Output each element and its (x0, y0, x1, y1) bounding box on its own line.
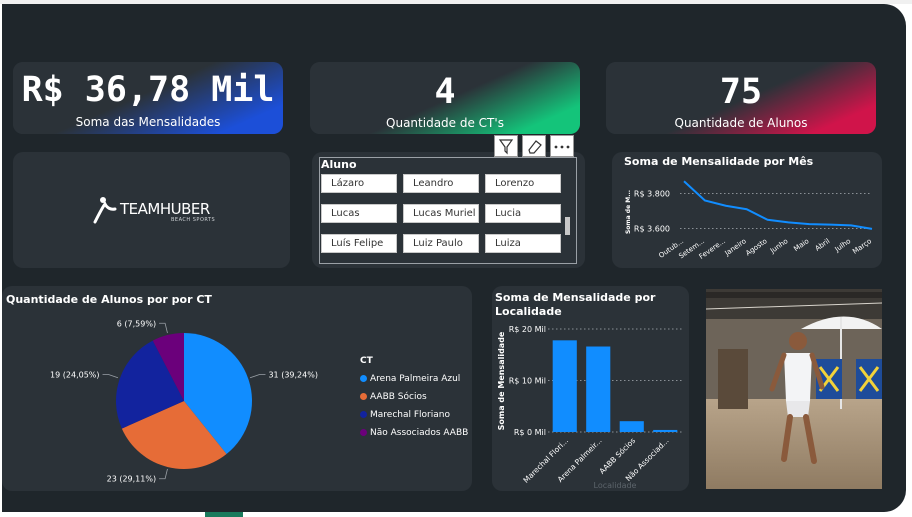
kpi-label: Soma das Mensalidades (75, 115, 221, 129)
x-tick-label: Julho (833, 237, 852, 254)
bar[interactable] (552, 340, 577, 432)
pie-chart: 31 (39,24%) 23 (29,11%) 19 (24,05%) 6 (7,59… (50, 319, 318, 484)
logo-text: TEAMHUBER (120, 200, 210, 218)
kpi-card-quantidade-alunos[interactable]: 75 Quantidade de Alunos (606, 62, 876, 134)
more-options-button[interactable] (550, 135, 574, 157)
x-tick-label: Agosto (744, 237, 768, 257)
teamhuber-logo-icon (93, 197, 117, 224)
line-series (683, 180, 873, 230)
x-tick-label: Maio (792, 237, 810, 253)
slicer-item[interactable]: Luiza (485, 234, 561, 253)
y-tick-label: R$ 10 Mil (509, 377, 546, 386)
slicer-item[interactable]: Leandro (403, 174, 479, 193)
kpi-label: Quantidade de Alunos (674, 116, 808, 130)
x-tick-label: Janeiro (723, 237, 748, 258)
aluno-slicer[interactable]: Aluno Lázaro Leandro Lorenzo Lucas Lucas Mur… (312, 152, 585, 268)
legend-marker (360, 393, 367, 400)
bar[interactable] (619, 421, 644, 432)
kpi-value: 4 (434, 72, 456, 112)
legend-item[interactable]: Arena Palmeira Azul (360, 374, 460, 384)
y-axis-label: Soma de Mensalidade (497, 331, 506, 430)
legend-label: Marechal Floriano (370, 410, 450, 420)
legend-marker (360, 429, 367, 436)
pie-legend: CT Arena Palmeira Azul AABB Sócios Marecha… (360, 356, 472, 446)
slicer-item[interactable]: Luís Felipe (321, 234, 397, 253)
x-tick-label: Março (851, 237, 873, 256)
data-label-leader (159, 468, 168, 480)
slicer-item[interactable]: Lázaro (321, 174, 397, 193)
kpi-value: R$ 36,78 Mil (21, 70, 275, 110)
data-label: 6 (7,59%) (117, 319, 156, 328)
beach-court-photo (706, 289, 882, 489)
kpi-label: Quantidade de CT's (386, 116, 504, 130)
eraser-icon (528, 140, 542, 154)
filter-icon (498, 139, 514, 155)
line-chart-card[interactable]: Soma de Mensalidade por Mês Soma de M...… (612, 152, 882, 268)
data-label-leader (102, 374, 119, 379)
bottom-tab-indicator (205, 512, 243, 517)
legend-item[interactable]: Não Associados AABB (360, 428, 468, 438)
more-options-icon (554, 145, 570, 149)
y-axis-label: Soma de M... (625, 190, 632, 234)
slicer-scrollbar[interactable] (565, 217, 570, 235)
visual-toolbar (494, 135, 576, 157)
bar-chart: Soma de MensalidadeR$ 20 Mil R$ 10 Mil R$ … (497, 325, 682, 490)
legend-item[interactable]: Marechal Floriano (360, 410, 450, 420)
legend-title: CT (360, 356, 373, 366)
y-tick-label: R$ 20 Mil (509, 325, 546, 334)
slicer-item[interactable]: Luiz Paulo (403, 234, 479, 253)
slicer-item[interactable]: Lucas Muriel (403, 204, 479, 223)
data-label-leader (159, 322, 168, 334)
legend-item[interactable]: AABB Sócios (360, 392, 427, 402)
kpi-card-quantidade-cts[interactable]: 4 Quantidade de CT's (310, 62, 580, 134)
legend-label: Não Associados AABB (370, 428, 469, 438)
bar[interactable] (586, 346, 611, 432)
line-chart: Soma de M... R$ 3.800R$ 3.600Outub...Sete… (625, 180, 873, 261)
y-tick-label: R$ 3.600 (634, 225, 670, 234)
kpi-value: 75 (719, 72, 763, 112)
slicer-item[interactable]: Lorenzo (485, 174, 561, 193)
y-tick-label: R$ 0 Mil (514, 428, 546, 437)
report-canvas: R$ 36,78 Mil Soma das Mensalidades 4 Qua… (2, 4, 906, 512)
bar[interactable] (653, 429, 678, 432)
legend-marker (360, 375, 367, 382)
x-tick-label: Abril (814, 237, 832, 253)
y-tick-label: R$ 3.800 (634, 190, 670, 199)
data-label: 23 (29,11%) (107, 475, 156, 484)
slicer-item[interactable]: Lucia (485, 204, 561, 223)
x-tick-label: Junho (768, 237, 790, 255)
slicer-title: Aluno (321, 158, 357, 171)
legend-label: AABB Sócios (370, 392, 427, 402)
clear-selections-button[interactable] (522, 135, 546, 157)
slicer-item[interactable]: Lucas (321, 204, 397, 223)
logo-subtext: BEACH SPORTS (171, 217, 216, 223)
bar-chart-card[interactable]: Soma de Mensalidade por Localidade Soma … (492, 286, 689, 491)
pie-chart-card[interactable]: Quantidade de Alunos por por CT 31 (39,2… (2, 286, 472, 491)
filter-button[interactable] (494, 135, 518, 157)
x-axis-label: Localidade (594, 481, 637, 490)
athlete-photo (706, 289, 882, 489)
data-label: 19 (24,05%) (50, 370, 99, 379)
data-label: 31 (39,24%) (268, 370, 317, 379)
kpi-card-soma-mensalidades[interactable]: R$ 36,78 Mil Soma das Mensalidades (13, 62, 283, 134)
logo-card: TEAMHUBER BEACH SPORTS (13, 152, 290, 268)
legend-label: Arena Palmeira Azul (370, 374, 461, 384)
legend-marker (360, 411, 367, 418)
data-label-leader (249, 374, 266, 379)
